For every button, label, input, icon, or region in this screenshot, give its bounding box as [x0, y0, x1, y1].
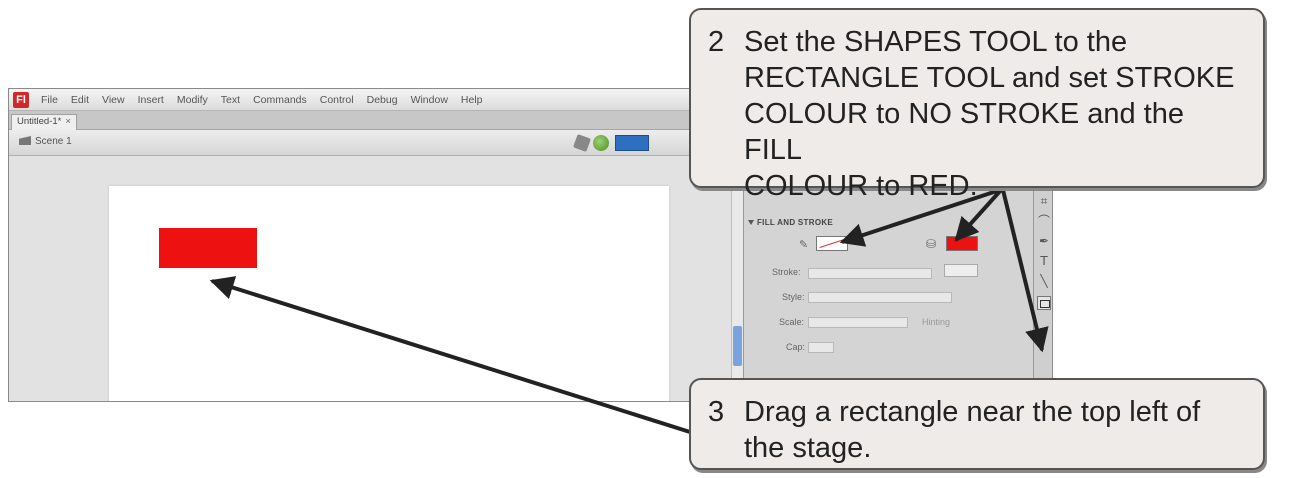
- menu-edit[interactable]: Edit: [71, 94, 89, 106]
- pasteboard: [9, 156, 731, 401]
- menu-items: File Edit View Insert Modify Text Comman…: [41, 94, 483, 106]
- menu-modify[interactable]: Modify: [177, 94, 208, 106]
- fill-and-stroke-title: FILL AND STROKE: [757, 218, 834, 227]
- cap-select[interactable]: [808, 342, 834, 353]
- menu-text[interactable]: Text: [221, 94, 240, 106]
- scale-select[interactable]: [808, 317, 908, 328]
- callout-step-2: 2 Set the SHAPES TOOL to the RECTANGLE T…: [689, 8, 1265, 202]
- menu-view[interactable]: View: [102, 94, 125, 106]
- menu-commands[interactable]: Commands: [253, 94, 307, 106]
- pen-tool-icon[interactable]: ✒: [1037, 234, 1051, 248]
- style-select[interactable]: [808, 292, 952, 303]
- stroke-label: Stroke:: [772, 267, 801, 277]
- stroke-slider[interactable]: [808, 268, 932, 279]
- menu-file[interactable]: File: [41, 94, 58, 106]
- lasso-tool-icon[interactable]: ⌒: [1037, 214, 1051, 228]
- menu-debug[interactable]: Debug: [367, 94, 398, 106]
- callout-number: 3: [708, 396, 725, 428]
- cap-label: Cap:: [786, 342, 806, 352]
- red-rectangle-shape[interactable]: [159, 228, 257, 268]
- flash-logo-icon: Fl: [13, 92, 29, 108]
- scale-label: Scale:: [779, 317, 805, 327]
- edit-symbols-icon[interactable]: [573, 134, 591, 152]
- collapse-triangle-icon: [748, 220, 754, 225]
- menu-help[interactable]: Help: [461, 94, 483, 106]
- document-tab[interactable]: Untitled-1* ×: [11, 114, 77, 130]
- vertical-scrollbar[interactable]: [731, 156, 743, 401]
- callout-text: Drag a rectangle near the top left of th…: [744, 396, 1201, 464]
- stroke-value-field[interactable]: [944, 264, 978, 277]
- tutorial-page: Fl File Edit View Insert Modify Text Com…: [0, 0, 1293, 478]
- stroke-color-swatch[interactable]: [816, 236, 848, 251]
- scrollbar-thumb[interactable]: [733, 326, 742, 366]
- edit-scene-icon[interactable]: [593, 135, 609, 151]
- document-tab-label: Untitled-1*: [17, 116, 62, 127]
- callout-step-3: 3 Drag a rectangle near the top left of …: [689, 378, 1265, 470]
- fill-color-swatch[interactable]: [946, 236, 978, 251]
- style-label: Style:: [782, 292, 805, 302]
- text-tool-icon[interactable]: T: [1037, 254, 1051, 268]
- close-icon[interactable]: ×: [65, 116, 71, 127]
- fill-and-stroke-header[interactable]: FILL AND STROKE: [748, 218, 833, 227]
- menu-insert[interactable]: Insert: [138, 94, 164, 106]
- menu-window[interactable]: Window: [411, 94, 448, 106]
- paint-bucket-icon: ⛁: [926, 237, 937, 251]
- menu-control[interactable]: Control: [320, 94, 354, 106]
- zoom-select[interactable]: [615, 135, 649, 151]
- line-tool-icon[interactable]: ╲: [1037, 274, 1051, 288]
- hinting-checkbox-label[interactable]: Hinting: [922, 317, 950, 327]
- pencil-icon: ✎: [799, 238, 809, 251]
- scene-breadcrumb[interactable]: Scene 1: [19, 136, 72, 147]
- callout-text: Set the SHAPES TOOL to the RECTANGLE TOO…: [744, 26, 1235, 202]
- scene-icon: [19, 136, 31, 145]
- stage[interactable]: [109, 186, 669, 401]
- rectangle-tool-icon[interactable]: [1037, 296, 1051, 310]
- callout-number: 2: [708, 26, 725, 58]
- scene-label: Scene 1: [35, 136, 72, 147]
